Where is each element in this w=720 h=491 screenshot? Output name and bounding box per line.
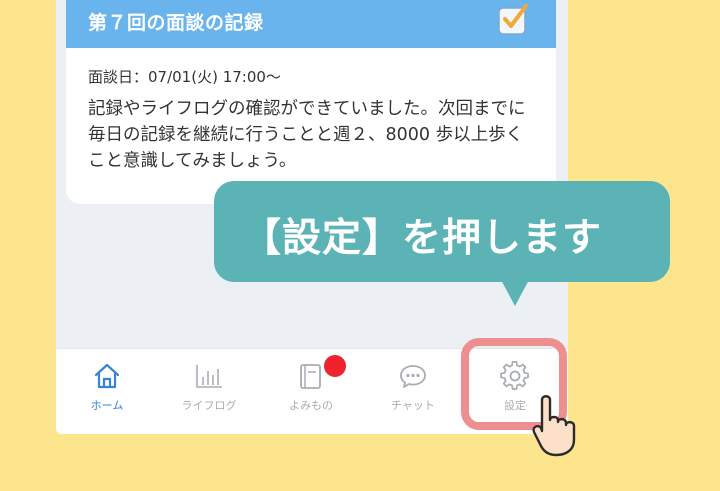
book-icon: [300, 364, 321, 389]
chat-icon: [400, 365, 426, 388]
new-content-badge: [324, 355, 346, 377]
instruction-callout: 【設定】を押します: [214, 181, 670, 282]
checkbox-icon: [498, 4, 528, 35]
instruction-text: 【設定】を押します: [242, 216, 603, 261]
tab-home[interactable]: ホーム: [56, 349, 158, 434]
interview-date: 面談日：07/01(火) 17:00～: [88, 68, 281, 86]
tab-label-lifelog: ライフログ: [181, 399, 237, 412]
tab-lifelog[interactable]: ライフログ: [158, 349, 260, 434]
card-header: 第７回の面談の記録: [66, 0, 556, 48]
card-title: 第７回の面談の記録: [88, 12, 264, 34]
pointing-hand-icon: [532, 395, 576, 457]
tab-label-chat: チャット: [391, 399, 435, 412]
tab-label-home: ホーム: [90, 399, 124, 412]
tab-label-reading: よみもの: [289, 399, 333, 412]
interview-notes: 記録やライフログの確認ができていました。次回までに毎日の記録を継続に行うことと週…: [88, 99, 526, 171]
tab-chat[interactable]: チャット: [362, 349, 464, 434]
tab-reading[interactable]: よみもの: [260, 349, 362, 434]
bar-chart-icon: [196, 365, 222, 388]
home-icon: [94, 363, 120, 389]
callout-tail: [500, 278, 530, 306]
interview-record-card[interactable]: 第７回の面談の記録 面談日：07/01(火) 17:00～ 記録やライフログの確…: [66, 0, 556, 204]
